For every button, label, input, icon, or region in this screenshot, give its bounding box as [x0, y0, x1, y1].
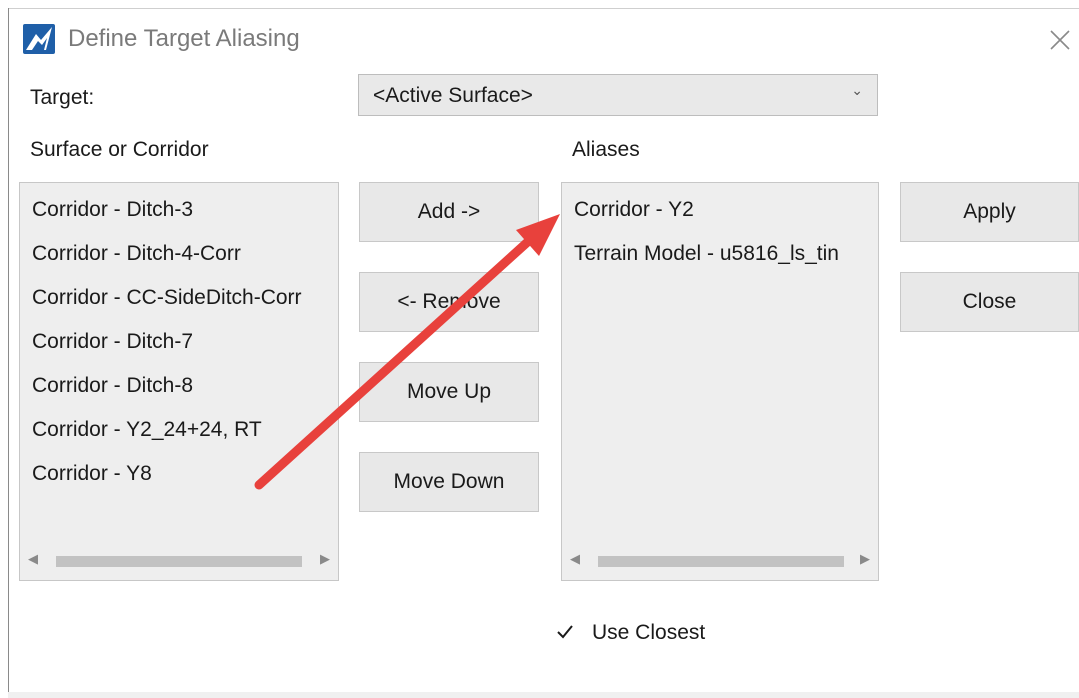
list-item[interactable]: Corridor - Ditch-4-Corr [32, 237, 334, 281]
window-border-left [8, 8, 9, 698]
list-item[interactable]: Corridor - Y8 [32, 457, 334, 501]
scroll-right-icon[interactable]: ▶ [320, 551, 330, 567]
scroll-left-icon[interactable]: ◀ [570, 551, 580, 567]
list-item[interactable]: Corridor - Ditch-8 [32, 369, 334, 413]
remove-button[interactable]: <- Remove [359, 272, 539, 332]
surface-listbox[interactable]: Corridor - Ditch-3 Corridor - Ditch-4-Co… [19, 182, 339, 581]
chevron-down-icon: ⌄ [851, 82, 863, 98]
scroll-left-icon[interactable]: ◀ [28, 551, 38, 567]
list-item[interactable]: Corridor - Y2_24+24, RT [32, 413, 334, 457]
use-closest-label: Use Closest [592, 621, 706, 644]
list-item[interactable]: Corridor - Y2 [574, 193, 874, 237]
scroll-right-icon[interactable]: ▶ [860, 551, 870, 567]
window-bottom-edge [8, 692, 1079, 698]
list-item[interactable]: Corridor - CC-SideDitch-Corr [32, 281, 334, 325]
add-button[interactable]: Add -> [359, 182, 539, 242]
aliases-listbox[interactable]: Corridor - Y2 Terrain Model - u5816_ls_t… [561, 182, 879, 581]
horizontal-scrollbar[interactable]: ◀ ▶ [26, 550, 332, 572]
surface-list-header: Surface or Corridor [30, 138, 209, 161]
target-selected-value: <Active Surface> [373, 84, 533, 107]
app-logo-icon [22, 23, 56, 55]
close-button[interactable]: Close [900, 272, 1079, 332]
aliases-list-header: Aliases [572, 138, 640, 161]
list-item[interactable]: Corridor - Ditch-7 [32, 325, 334, 369]
scrollbar-thumb[interactable] [56, 556, 302, 567]
scrollbar-thumb[interactable] [598, 556, 844, 567]
list-item[interactable]: Corridor - Ditch-3 [32, 193, 334, 237]
window-border-top [8, 8, 1079, 9]
horizontal-scrollbar[interactable]: ◀ ▶ [568, 550, 872, 572]
target-label: Target: [30, 86, 95, 109]
list-item[interactable]: Terrain Model - u5816_ls_tin [574, 237, 874, 281]
move-up-button[interactable]: Move Up [359, 362, 539, 422]
checkmark-icon [557, 625, 573, 639]
window-title: Define Target Aliasing [68, 25, 300, 52]
apply-button[interactable]: Apply [900, 182, 1079, 242]
target-dropdown[interactable]: <Active Surface> ⌄ [358, 74, 878, 116]
use-closest-checkbox[interactable] [554, 621, 576, 643]
move-down-button[interactable]: Move Down [359, 452, 539, 512]
close-icon[interactable] [1044, 24, 1076, 56]
